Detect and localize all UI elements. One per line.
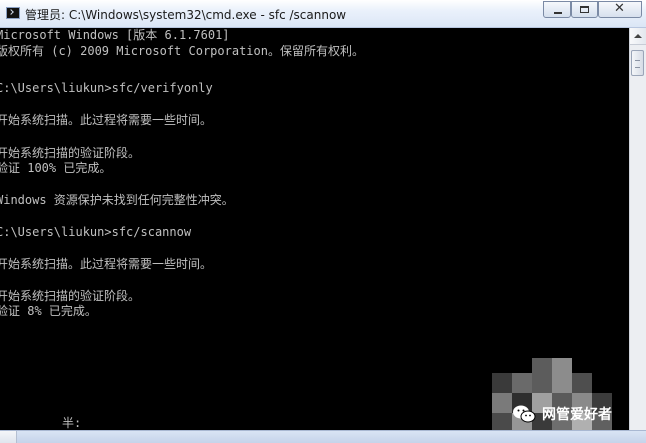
ime-status: 半:: [62, 416, 82, 430]
pixel-block: [572, 373, 592, 393]
watermark-text: 网管爱好者: [542, 407, 612, 423]
cmd-window: 管理员: C:\Windows\system32\cmd.exe - sfc /…: [0, 0, 646, 443]
console-line: C:\Users\liukun>sfc/scannow: [0, 225, 192, 239]
pixel-block: [532, 358, 552, 393]
pixel-block: [552, 358, 572, 393]
close-button[interactable]: ✕: [598, 1, 642, 18]
console-line: 验证 8% 已完成。: [0, 304, 97, 318]
console-output[interactable]: Microsoft Windows [版本 6.1.7601] 版权所有 (c)…: [0, 28, 629, 430]
minimize-icon: [554, 12, 562, 14]
scroll-thumb[interactable]: [631, 50, 644, 76]
console-line: C:\Users\liukun>sfc/verifyonly: [0, 81, 213, 95]
pixel-block: [492, 393, 512, 413]
minimize-button[interactable]: [543, 1, 571, 18]
maximize-icon: [580, 6, 589, 13]
scroll-left-button[interactable]: [0, 431, 17, 443]
title-bar[interactable]: 管理员: C:\Windows\system32\cmd.exe - sfc /…: [0, 0, 646, 28]
pixel-block: [512, 373, 532, 393]
console-line: 开始系统扫描的验证阶段。: [0, 289, 141, 303]
cmd-icon: [6, 7, 20, 19]
wechat-icon: [513, 405, 536, 423]
pixel-block: [492, 373, 512, 393]
console-line: 开始系统扫描。此过程将需要一些时间。: [0, 113, 213, 127]
console-line: 版权所有 (c) 2009 Microsoft Corporation。保留所有…: [0, 44, 364, 58]
close-icon: ✕: [614, 1, 625, 16]
console-line: Microsoft Windows [版本 6.1.7601]: [0, 28, 230, 42]
maximize-button[interactable]: [571, 1, 598, 18]
console-line: 开始系统扫描的验证阶段。: [0, 146, 141, 160]
console-line: 验证 100% 已完成。: [0, 161, 112, 175]
vertical-scrollbar[interactable]: [629, 28, 646, 430]
console-line: Windows 资源保护未找到任何完整性冲突。: [0, 193, 234, 207]
pixel-block: [492, 413, 512, 430]
window-title: 管理员: C:\Windows\system32\cmd.exe - sfc /…: [25, 8, 347, 22]
console-line: 开始系统扫描。此过程将需要一些时间。: [0, 257, 213, 271]
scroll-up-arrow-icon[interactable]: [630, 28, 646, 45]
horizontal-scrollbar[interactable]: [0, 430, 646, 443]
